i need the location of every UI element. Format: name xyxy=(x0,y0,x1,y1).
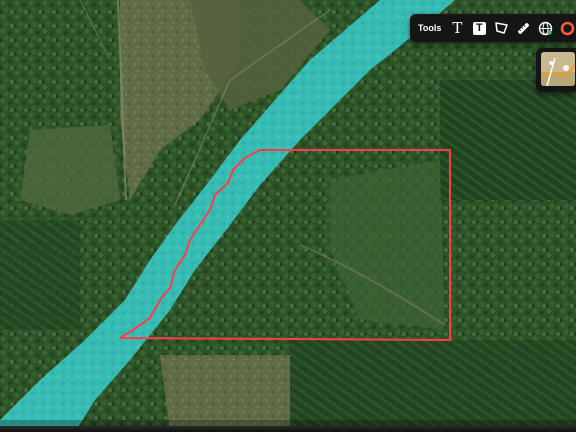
globe-icon xyxy=(538,21,553,35)
text-icon: T xyxy=(452,18,463,37)
satellite-map[interactable] xyxy=(0,0,576,432)
globe-tool-button[interactable] xyxy=(535,18,555,38)
map-layer-thumbnail[interactable] xyxy=(541,52,575,86)
polygon-tool-button[interactable] xyxy=(491,18,511,38)
field-clearing xyxy=(20,125,120,215)
circle-icon xyxy=(560,21,575,35)
pine-plantation-area xyxy=(0,220,80,330)
text-box-tool-button[interactable]: T xyxy=(469,18,489,38)
text-box-icon: T xyxy=(472,21,486,35)
ruler-icon xyxy=(517,22,529,34)
text-tool-button[interactable]: T xyxy=(447,18,467,38)
toolbar-title: Tools xyxy=(418,23,442,33)
measure-tool-button[interactable] xyxy=(513,18,533,38)
circle-tool-button[interactable] xyxy=(557,18,576,38)
bottom-edge-strip xyxy=(0,426,576,432)
drawing-toolbar: Tools T T xyxy=(410,14,576,42)
pine-plantation-area xyxy=(290,340,576,432)
map-view[interactable]: Tools T T xyxy=(0,0,576,432)
layer-switcher-panel xyxy=(536,48,576,92)
polygon-icon xyxy=(495,22,508,34)
pine-plantation-area xyxy=(440,80,576,200)
